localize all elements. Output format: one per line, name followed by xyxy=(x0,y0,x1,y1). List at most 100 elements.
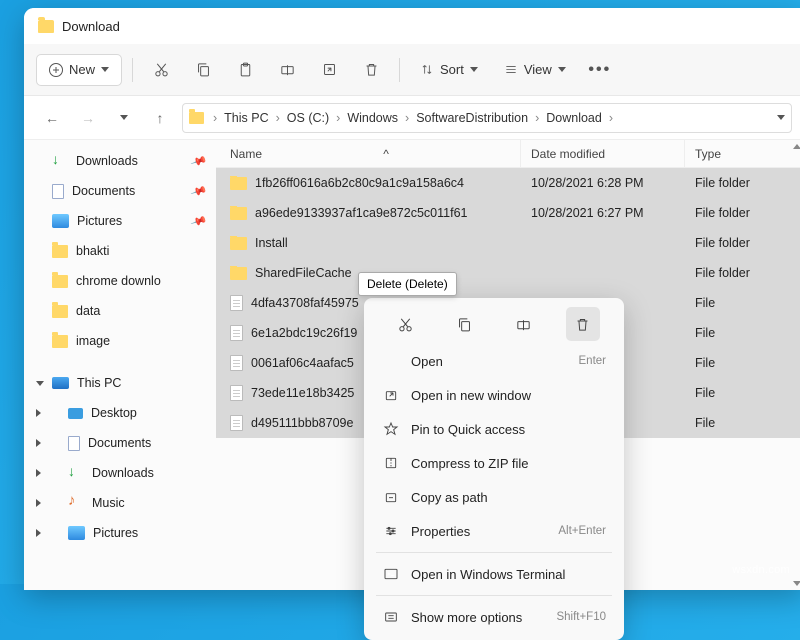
crumb[interactable]: Download xyxy=(546,111,602,125)
ctx-rename-button[interactable] xyxy=(507,307,541,341)
fold-icon xyxy=(52,275,68,288)
ctx-zip[interactable]: Compress to ZIP file xyxy=(370,446,618,480)
context-menu: OpenEnterOpen in new windowPin to Quick … xyxy=(364,298,624,640)
column-headers: Name^ Date modified Type xyxy=(216,140,800,168)
folder-icon xyxy=(230,267,247,280)
arrow-icon xyxy=(68,467,84,480)
sidebar-item[interactable]: bhakti xyxy=(28,236,212,266)
scroll-up-icon[interactable] xyxy=(793,144,800,149)
share-button[interactable] xyxy=(311,53,347,87)
newwin-icon xyxy=(382,387,399,404)
sidebar-item[interactable]: Desktop xyxy=(28,398,212,428)
plus-icon xyxy=(49,63,63,77)
crumb[interactable]: SoftwareDistribution xyxy=(416,111,528,125)
star-icon xyxy=(382,421,399,438)
table-row[interactable]: InstallFile folder xyxy=(216,228,800,258)
folder-icon xyxy=(230,237,247,250)
terminal-icon xyxy=(382,566,399,583)
sidebar-item[interactable]: Documents📌 xyxy=(28,176,212,206)
pic-icon xyxy=(68,526,85,540)
sidebar-item[interactable]: chrome downlo xyxy=(28,266,212,296)
ctx-props[interactable]: PropertiesAlt+Enter xyxy=(370,514,618,548)
ctx-cut-button[interactable] xyxy=(389,307,423,341)
sidebar-item[interactable]: data xyxy=(28,296,212,326)
table-row[interactable]: SharedFileCacheFile folder xyxy=(216,258,800,288)
fold-icon xyxy=(52,335,68,348)
recent-button[interactable] xyxy=(110,104,138,132)
new-button[interactable]: New xyxy=(36,54,122,86)
cut-button[interactable] xyxy=(143,53,179,87)
file-icon xyxy=(230,415,243,431)
pin-icon: 📌 xyxy=(190,152,208,170)
table-row[interactable]: 1fb26ff0616a6b2c80c9a1c9a158a6c410/28/20… xyxy=(216,168,800,198)
ctx-copy-button[interactable] xyxy=(448,307,482,341)
sidebar-this-pc[interactable]: This PC xyxy=(28,368,212,398)
doc-icon xyxy=(68,436,80,451)
desk-icon xyxy=(68,408,83,419)
sidebar-item[interactable]: Pictures xyxy=(28,518,212,548)
ctx-star[interactable]: Pin to Quick access xyxy=(370,412,618,446)
file-icon xyxy=(230,385,243,401)
ctx-delete-button[interactable] xyxy=(566,307,600,341)
paste-button[interactable] xyxy=(227,53,263,87)
scrollbar[interactable] xyxy=(790,140,800,590)
file-icon xyxy=(230,355,243,371)
delete-button[interactable] xyxy=(353,53,389,87)
sidebar-item[interactable]: image xyxy=(28,326,212,356)
copy-button[interactable] xyxy=(185,53,221,87)
crumb[interactable]: Windows xyxy=(347,111,398,125)
sidebar-item[interactable]: Documents xyxy=(28,428,212,458)
file-icon xyxy=(230,295,243,311)
col-name[interactable]: Name^ xyxy=(216,140,521,167)
doc-icon xyxy=(52,184,64,199)
ctx-terminal[interactable]: Open in Windows Terminal xyxy=(370,557,618,591)
table-row[interactable]: a96ede9133937af1ca9e872c5c011f6110/28/20… xyxy=(216,198,800,228)
sidebar-item[interactable]: Downloads xyxy=(28,458,212,488)
more-icon xyxy=(382,609,399,626)
chevron-down-icon[interactable] xyxy=(777,115,785,120)
fold-icon xyxy=(52,305,68,318)
crumb[interactable]: OS (C:) xyxy=(287,111,329,125)
back-button[interactable]: ← xyxy=(38,104,66,132)
sort-button[interactable]: Sort xyxy=(410,53,488,87)
pin-icon: 📌 xyxy=(190,212,208,230)
ctx-open[interactable]: OpenEnter xyxy=(370,344,618,378)
overflow-button[interactable]: ••• xyxy=(582,53,618,87)
sidebar: Downloads📌Documents📌Pictures📌bhaktichrom… xyxy=(24,140,216,590)
ctx-newwin[interactable]: Open in new window xyxy=(370,378,618,412)
explorer-window: Download New Sort View ••• ← → ↑ xyxy=(24,8,800,590)
zip-icon xyxy=(382,455,399,472)
col-type[interactable]: Type xyxy=(685,140,800,167)
delete-tooltip: Delete (Delete) xyxy=(358,272,457,296)
address-bar[interactable]: › This PC› OS (C:)› Windows› SoftwareDis… xyxy=(182,103,792,133)
fold-icon xyxy=(52,245,68,258)
window-title: Download xyxy=(62,19,120,34)
sidebar-item[interactable]: Music xyxy=(28,488,212,518)
pc-icon xyxy=(52,377,69,389)
props-icon xyxy=(382,523,399,540)
open-icon xyxy=(382,353,399,370)
view-button[interactable]: View xyxy=(494,53,576,87)
chevron-down-icon xyxy=(101,67,109,72)
rename-button[interactable] xyxy=(269,53,305,87)
pic-icon xyxy=(52,214,69,228)
toolbar: New Sort View ••• xyxy=(24,44,800,96)
up-button[interactable]: ↑ xyxy=(146,104,174,132)
sidebar-item[interactable]: Downloads📌 xyxy=(28,146,212,176)
titlebar[interactable]: Download xyxy=(24,8,800,44)
chevron-down-icon xyxy=(558,67,566,72)
folder-icon xyxy=(230,207,247,220)
nav-row: ← → ↑ › This PC› OS (C:)› Windows› Softw… xyxy=(24,96,800,140)
folder-icon xyxy=(189,112,204,124)
folder-icon xyxy=(38,20,54,33)
sidebar-item[interactable]: Pictures📌 xyxy=(28,206,212,236)
music-icon xyxy=(68,497,84,510)
col-date[interactable]: Date modified xyxy=(521,140,685,167)
ctx-path[interactable]: Copy as path xyxy=(370,480,618,514)
pin-icon: 📌 xyxy=(190,182,208,200)
ctx-show-more[interactable]: Show more options Shift+F10 xyxy=(370,600,618,634)
forward-button[interactable]: → xyxy=(74,104,102,132)
file-icon xyxy=(230,325,243,341)
path-icon xyxy=(382,489,399,506)
crumb[interactable]: This PC xyxy=(224,111,268,125)
